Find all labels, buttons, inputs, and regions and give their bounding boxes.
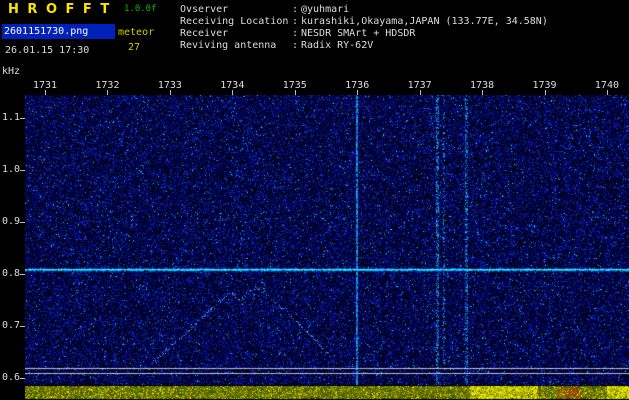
y-tick-mark bbox=[20, 274, 25, 275]
y-tick-label: 0.6 bbox=[2, 372, 21, 383]
y-tick-mark bbox=[20, 326, 25, 327]
y-tick-label: 0.8 bbox=[2, 268, 21, 279]
x-tick-mark bbox=[45, 90, 46, 95]
x-tick-mark bbox=[357, 90, 359, 95]
x-tick-mark bbox=[606, 90, 608, 95]
y-tick-label: 0.7 bbox=[2, 320, 21, 331]
x-tick-mark bbox=[294, 90, 296, 95]
x-tick-mark bbox=[169, 90, 171, 95]
y-tick-mark bbox=[20, 378, 25, 379]
spectrogram-canvas bbox=[25, 95, 629, 400]
y-axis-unit-label: kHz bbox=[2, 66, 21, 77]
y-tick-mark bbox=[20, 170, 25, 171]
y-tick-label: 1.0 bbox=[2, 164, 21, 175]
x-tick-mark bbox=[544, 90, 546, 95]
y-tick-mark bbox=[20, 222, 25, 223]
y-tick-label: 1.1 bbox=[2, 112, 21, 123]
hrofft-screen: H R O F F T 1.0.0f 2601151730.png meteor… bbox=[0, 0, 629, 400]
x-tick-mark bbox=[107, 90, 109, 95]
y-tick-mark bbox=[20, 118, 25, 119]
x-tick-mark bbox=[419, 90, 421, 95]
x-tick-mark bbox=[232, 90, 234, 95]
x-tick-mark bbox=[482, 90, 484, 95]
y-tick-label: 0.9 bbox=[2, 216, 21, 227]
spectrogram-panel: kHz 1731 1732 1733 1734 1735 1736 1737 1738 1739… bbox=[0, 0, 629, 400]
